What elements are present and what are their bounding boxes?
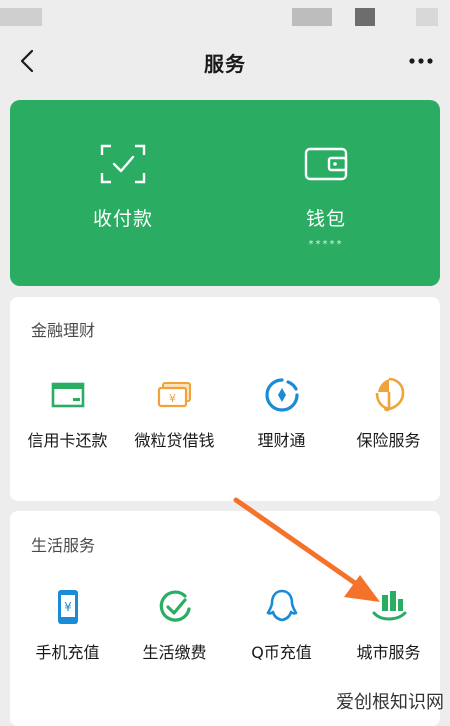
insurance-icon (375, 377, 404, 412)
qq-coin-icon (266, 589, 297, 622)
status-battery-blurred (416, 8, 438, 26)
wallet-label: 钱包 (305, 208, 346, 230)
bill-payment-icon (159, 590, 191, 622)
qq-coin-button[interactable]: Q币充值 (228, 587, 335, 663)
qq-coin-label: Q币充值 (251, 643, 312, 662)
wealth-button[interactable]: 理财通 (228, 375, 335, 451)
page-title: 服务 (204, 52, 246, 76)
status-bar (0, 0, 450, 36)
status-signal-blurred (292, 8, 332, 26)
wealth-label: 理财通 (257, 431, 306, 450)
wallet-button[interactable]: 钱包 ***** (251, 144, 401, 250)
watermark: 爱创根知识网 (336, 692, 444, 713)
city-services-label: 城市服务 (356, 643, 421, 662)
wallet-balance-masked: ***** (308, 239, 344, 250)
pay-collect-label: 收付款 (92, 208, 153, 230)
wealth-coin-icon (264, 378, 299, 412)
phone-topup-button[interactable]: ¥ 手机充值 (14, 587, 121, 663)
svg-text:¥: ¥ (169, 392, 176, 405)
svg-text:¥: ¥ (64, 600, 72, 614)
life-section-title: 生活服务 (31, 536, 96, 555)
status-time-blurred (0, 8, 42, 26)
city-services-button[interactable]: 城市服务 (335, 587, 442, 663)
pay-collect-button[interactable]: 收付款 (48, 144, 198, 231)
finance-section: 金融理财 信用卡还款 ¥ 微粒贷借钱 理财通 保险服务 (10, 297, 440, 501)
credit-card-icon (51, 382, 84, 408)
wallet-icon (304, 147, 348, 181)
bill-payment-label: 生活缴费 (142, 643, 207, 662)
wallet-card: 收付款 钱包 ***** (10, 100, 440, 286)
city-services-icon (372, 591, 406, 621)
finance-section-title: 金融理财 (31, 321, 96, 340)
insurance-button[interactable]: 保险服务 (335, 375, 442, 451)
credit-card-repay-button[interactable]: 信用卡还款 (14, 375, 121, 451)
status-wifi-blurred (355, 8, 375, 26)
loan-label: 微粒贷借钱 (134, 431, 215, 450)
navigation-bar: 服务 (0, 36, 450, 86)
more-dots-icon (409, 58, 433, 64)
bill-payment-button[interactable]: 生活缴费 (121, 587, 228, 663)
loan-button[interactable]: ¥ 微粒贷借钱 (121, 375, 228, 451)
phone-topup-label: 手机充值 (35, 643, 100, 662)
scan-check-icon (100, 144, 146, 184)
loan-bills-icon: ¥ (157, 382, 191, 408)
phone-topup-icon: ¥ (57, 590, 78, 624)
more-button[interactable] (404, 46, 438, 76)
credit-card-repay-label: 信用卡还款 (27, 431, 108, 450)
insurance-label: 保险服务 (356, 431, 421, 450)
